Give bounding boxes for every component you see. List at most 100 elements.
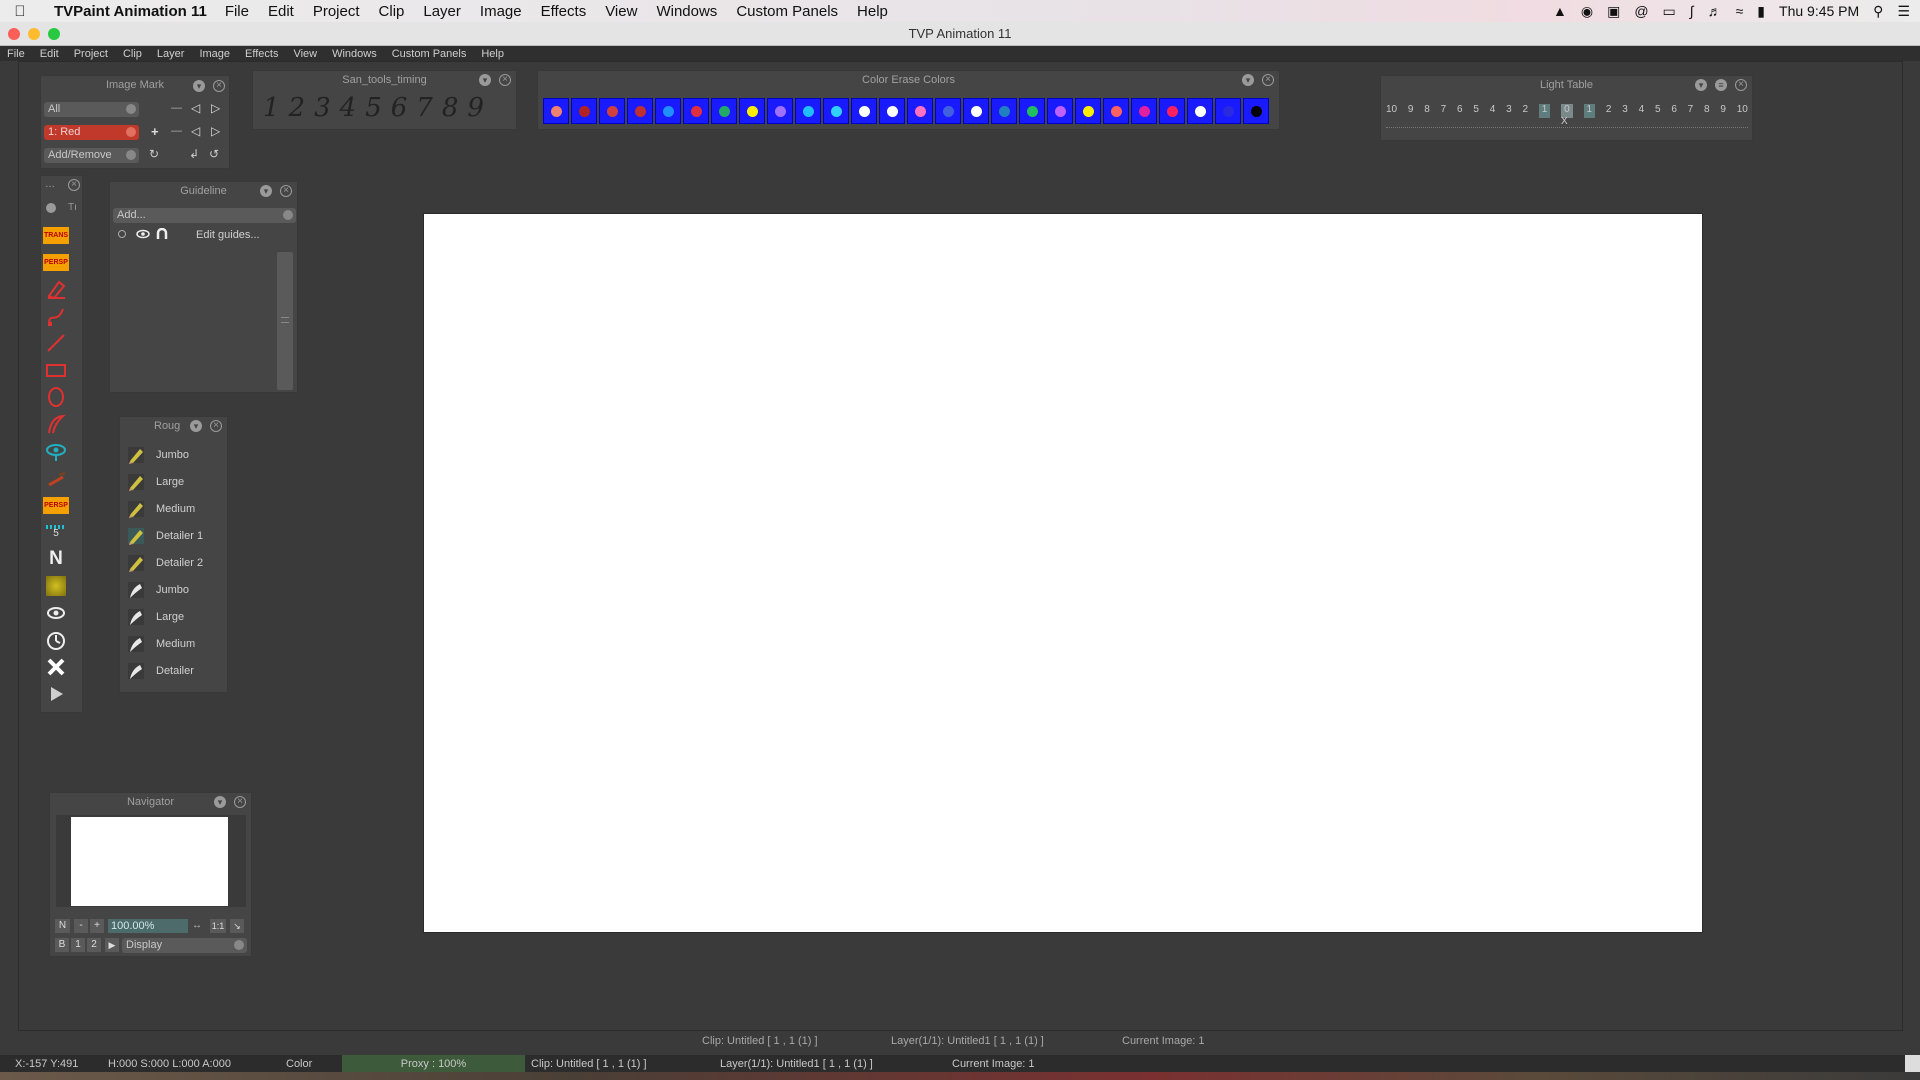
lt-prev-6[interactable]: 6 [1457,104,1463,118]
n-icon[interactable]: N [44,547,68,571]
panel-menu-icon[interactable]: ▾ [214,796,226,808]
rotate-icon[interactable]: ↘ [230,919,244,933]
pen-preset-medium[interactable]: Medium [120,631,228,658]
timing-digit[interactable]: 7 [416,93,433,123]
timing-digit[interactable]: 1 [263,93,280,123]
persp-icon[interactable]: PERSP [43,250,69,274]
panel-menu-icon[interactable]: ▾ [479,74,491,86]
close-icon[interactable]: × [68,179,80,191]
appmenu-layer[interactable]: Layer [157,48,185,60]
color-swatch[interactable] [627,98,653,124]
navigator-1-button[interactable]: 1 [71,938,85,952]
color-swatch[interactable] [711,98,737,124]
color-swatch[interactable] [571,98,597,124]
next-mark-icon[interactable]: ▷ [211,101,220,115]
color-swatch[interactable] [739,98,765,124]
fit-icon[interactable]: ↔ [192,919,206,933]
lt-next-5[interactable]: 5 [1655,104,1661,118]
spotlight-icon[interactable]: ⚲ [1873,3,1883,20]
line-icon[interactable] [44,331,68,355]
panel-menu-icon[interactable]: ▾ [193,80,205,92]
close-icon[interactable]: × [210,420,222,432]
minimize-window-button[interactable] [28,28,40,40]
lt-prev-3[interactable]: 3 [1506,104,1512,118]
color-swatch[interactable] [879,98,905,124]
color-swatch[interactable] [1075,98,1101,124]
app-name-menu[interactable]: TVPaint Animation 11 [54,3,207,20]
lt-prev-8[interactable]: 8 [1424,104,1430,118]
eraser-icon[interactable] [44,277,68,301]
zoom-field[interactable]: 100.00% [108,919,188,933]
toolbox-menu-icon[interactable] [46,203,56,213]
lt-next-8[interactable]: 8 [1704,104,1710,118]
lt-prev-5[interactable]: 5 [1473,104,1479,118]
appmenu-clip[interactable]: Clip [123,48,142,60]
lt-next-2[interactable]: 2 [1606,104,1612,118]
zoom-out-button[interactable]: - [74,919,88,933]
close-icon[interactable]: × [213,80,225,92]
wifi-icon[interactable]: ≈ [1736,3,1744,19]
menu-layer[interactable]: Layer [423,3,461,20]
add-mark-icon[interactable]: + [151,124,159,139]
actual-size-button[interactable]: 1:1 [210,919,226,933]
color-swatch[interactable] [655,98,681,124]
ellipse-icon[interactable] [44,385,68,409]
trans-icon[interactable]: TRANS [42,223,70,247]
lt-next-9[interactable]: 9 [1720,104,1726,118]
eye-icon[interactable] [136,229,150,239]
lt-prev-4[interactable]: 4 [1490,104,1496,118]
lt-next-6[interactable]: 6 [1671,104,1677,118]
color-swatch[interactable] [543,98,569,124]
edit-guides-button[interactable]: Edit guides... [196,229,260,241]
appmenu-view[interactable]: View [293,48,317,60]
display-icon[interactable]: ▭ [1663,3,1676,20]
lt-next-1[interactable]: 1 [1583,104,1596,118]
pen-preset-detailer[interactable]: Detailer [120,658,228,685]
brush-preset-detailer-2[interactable]: Detailer 2 [120,550,228,577]
resize-grip[interactable] [1905,1055,1920,1072]
lt-prev-1[interactable]: 1 [1538,104,1551,118]
menu-edit[interactable]: Edit [268,3,294,20]
loop-icon[interactable]: ↺ [209,147,219,161]
play-icon[interactable]: ▶ [105,938,119,952]
battery-icon[interactable]: ▮ [1757,3,1765,20]
close-icon[interactable]: × [1262,74,1274,86]
lt-next-3[interactable]: 3 [1622,104,1628,118]
prev-mark-icon[interactable]: ◁ [191,101,200,115]
timing-digit[interactable]: 3 [314,93,331,123]
zoom-in-button[interactable]: + [90,919,104,933]
menu-clip[interactable]: Clip [379,3,405,20]
next-marked-icon[interactable]: ▷ [211,124,220,138]
color-mode[interactable]: Color [286,1058,312,1070]
clock[interactable]: Thu 9:45 PM [1779,3,1859,19]
timing-digit[interactable]: 6 [391,93,408,123]
gradient-icon[interactable] [44,574,68,598]
play-icon[interactable] [44,682,68,706]
image-mark-filter-select[interactable]: All [44,102,139,117]
close-icon[interactable]: × [499,74,511,86]
timing-digit[interactable]: 9 [467,93,484,123]
color-swatch[interactable] [907,98,933,124]
menu-project[interactable]: Project [313,3,360,20]
color-swatch[interactable] [991,98,1017,124]
toolbox-grip-icon[interactable]: … [45,179,55,190]
lt-next-7[interactable]: 7 [1688,104,1694,118]
color-swatch[interactable] [963,98,989,124]
menu-file[interactable]: File [225,3,249,20]
menu-view[interactable]: View [605,3,637,20]
lt-prev-2[interactable]: 2 [1522,104,1528,118]
brush-icon[interactable] [44,466,68,490]
appmenu-effects[interactable]: Effects [245,48,278,60]
navigator-b-button[interactable]: B [55,938,69,952]
close-icon[interactable]: × [234,796,246,808]
notification-center-icon[interactable]: ☰ [1897,3,1910,20]
brush-preset-medium[interactable]: Medium [120,496,228,523]
brush-preset-jumbo[interactable]: Jumbo [120,442,228,469]
navigator-n-button[interactable]: N [55,919,70,933]
color-swatch[interactable] [1187,98,1213,124]
lt-prev-10[interactable]: 10 [1386,104,1397,118]
color-swatch[interactable] [767,98,793,124]
proxy-indicator[interactable]: Proxy : 100% [342,1055,525,1072]
magnet-icon[interactable] [156,228,168,240]
navigator-2-button[interactable]: 2 [87,938,101,952]
